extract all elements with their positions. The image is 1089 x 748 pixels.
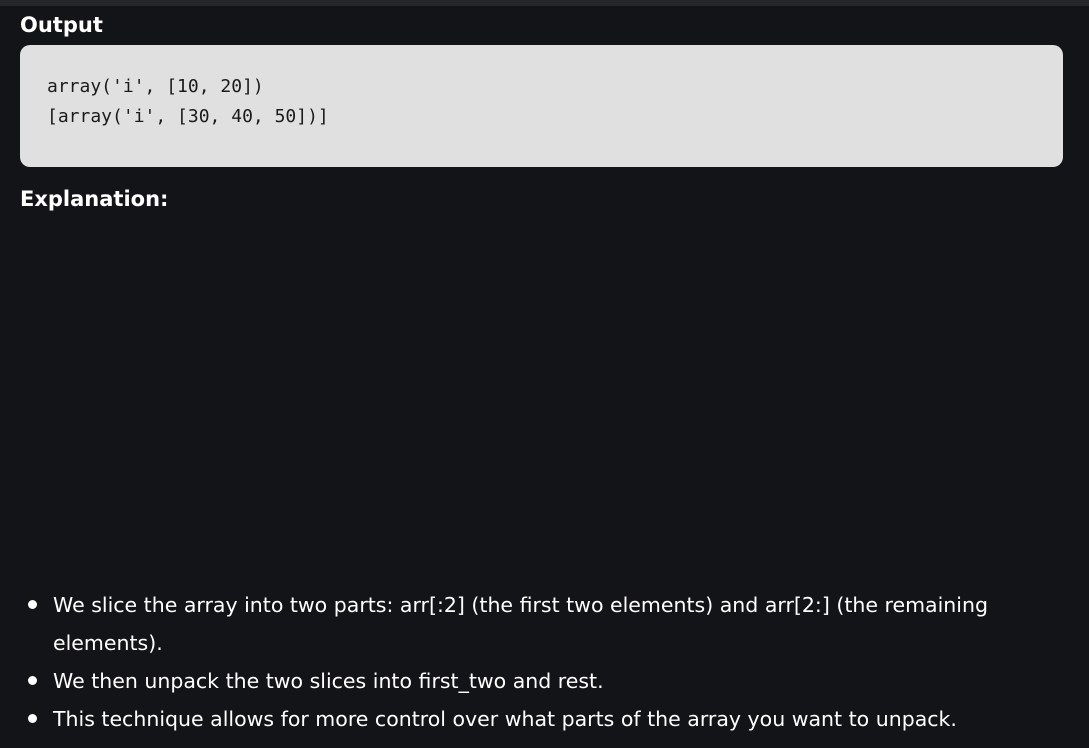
bullet-icon (28, 714, 37, 723)
list-item: This technique allows for more control o… (28, 700, 1073, 738)
explanation-heading: Explanation: (20, 187, 169, 211)
code-line: array('i', [10, 20]) (47, 76, 264, 97)
list-item: We slice the array into two parts: arr[:… (28, 586, 1073, 662)
output-code-block: array('i', [10, 20]) [array('i', [30, 40… (20, 45, 1063, 167)
bullet-icon (28, 676, 37, 685)
bullet-icon (28, 600, 37, 609)
list-item-text: We slice the array into two parts: arr[:… (53, 593, 989, 655)
list-item-text: We then unpack the two slices into first… (53, 669, 604, 693)
explanation-list: We slice the array into two parts: arr[:… (28, 586, 1073, 738)
list-item-text: This technique allows for more control o… (53, 707, 957, 731)
top-divider (0, 0, 1089, 6)
output-heading: Output (20, 13, 103, 37)
code-line: [array('i', [30, 40, 50])] (47, 106, 329, 127)
list-item: We then unpack the two slices into first… (28, 662, 1073, 700)
